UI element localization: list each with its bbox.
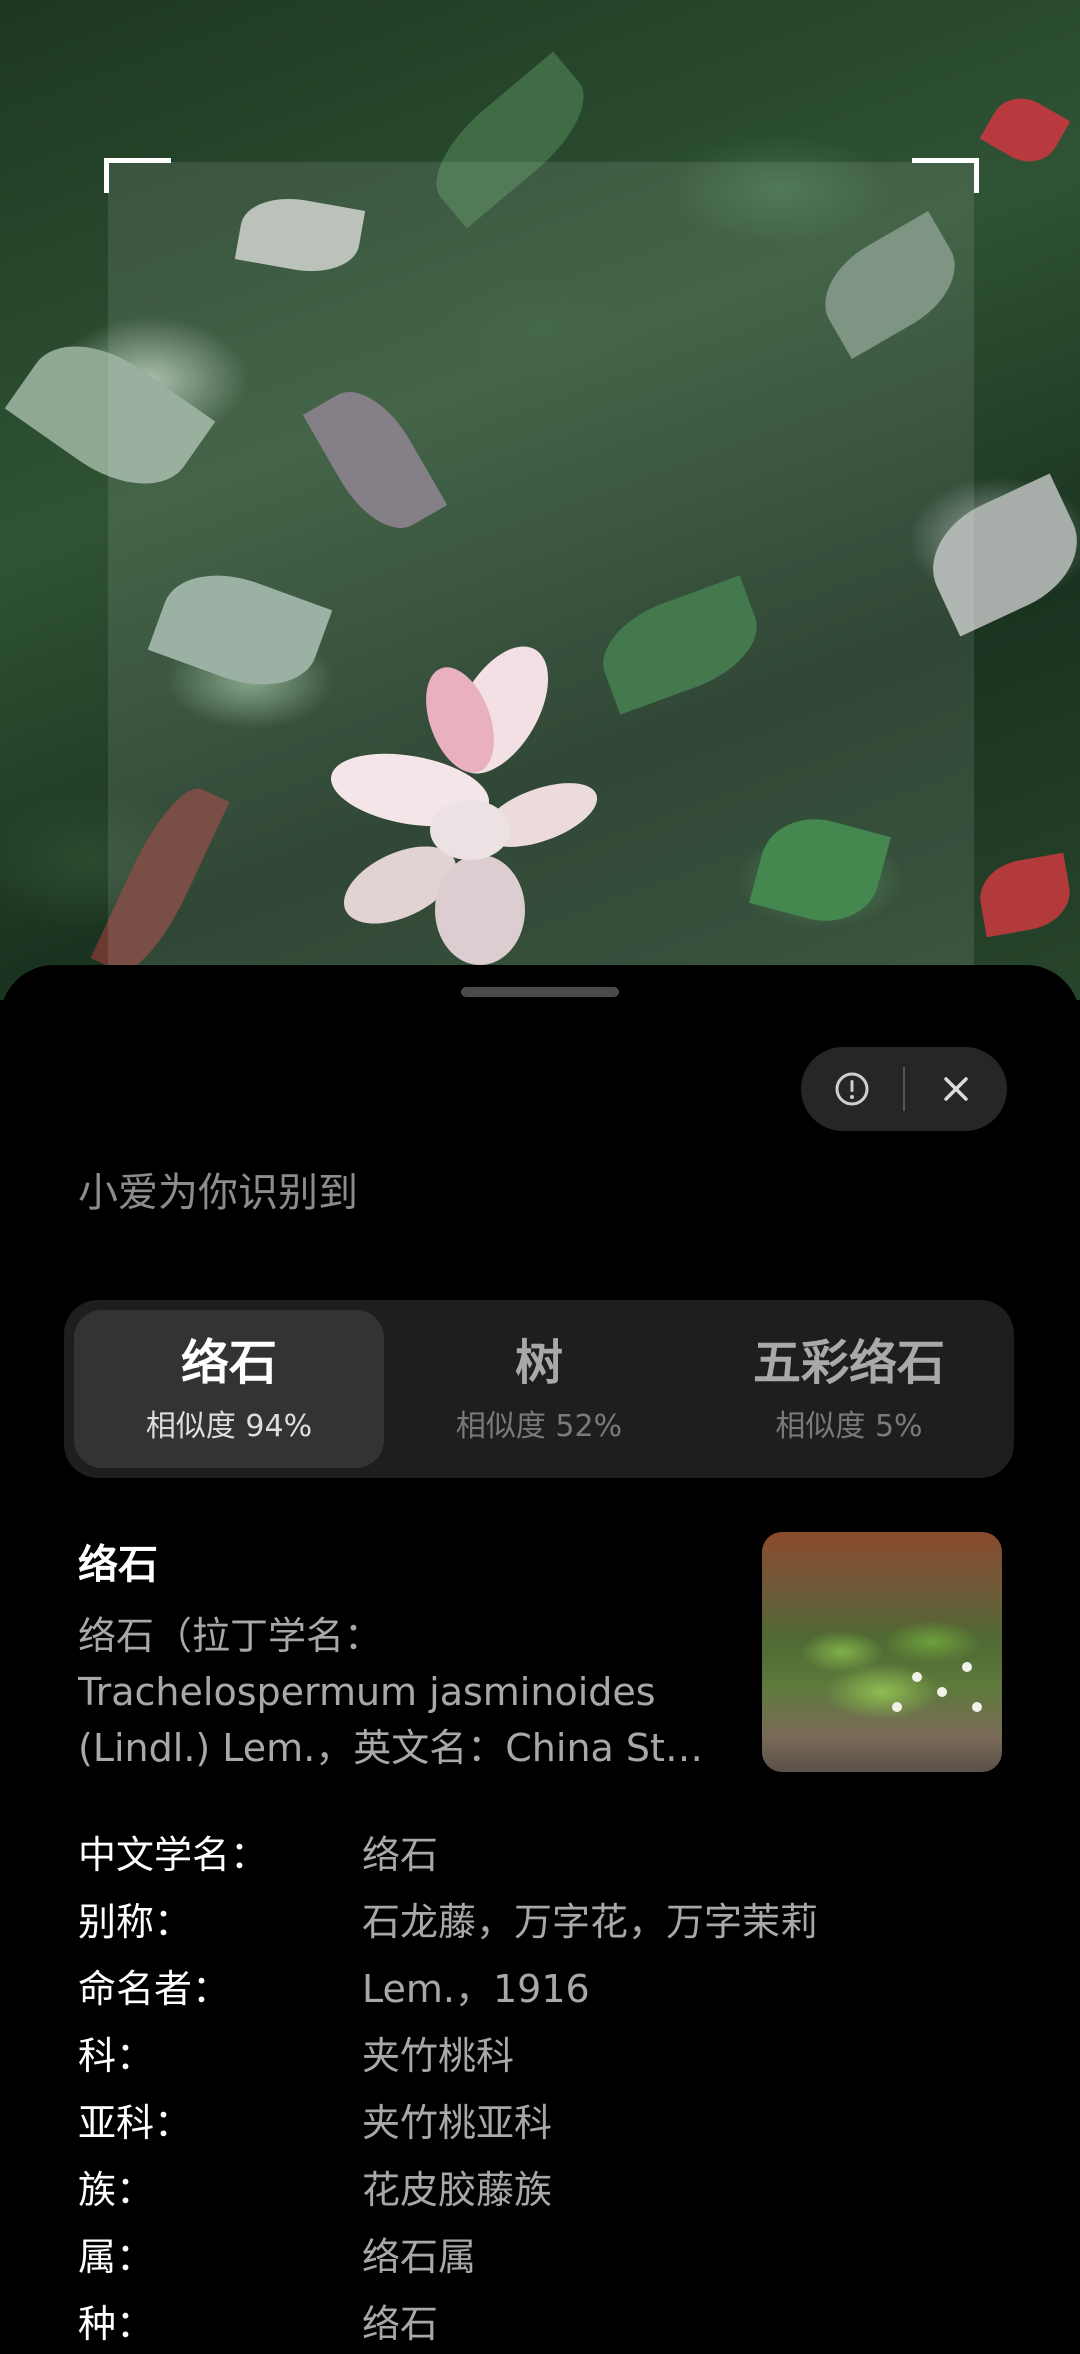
candidate-similarity: 相似度 5% (775, 1409, 923, 1444)
property-label: 中文学名： (78, 1833, 269, 1877)
property-value: 络石 (362, 1833, 439, 1877)
candidate-name: 树 (514, 1335, 563, 1391)
close-icon (944, 1077, 968, 1101)
property-row: 亚科： 夹竹桃亚科 (78, 2086, 1008, 2153)
property-value: 花皮胶藤族 (362, 2168, 553, 2212)
property-value: Lem.，1916 (362, 1967, 590, 2011)
property-value: 夹竹桃亚科 (362, 2101, 553, 2145)
recognition-label: 小爱为你识别到 (78, 1170, 358, 1216)
candidate-name: 五彩络石 (752, 1335, 945, 1391)
camera-viewfinder (0, 0, 1080, 1000)
property-row: 别称： 石龙藤，万字花，万字茉莉 (78, 1885, 1008, 1952)
candidate-name: 络石 (180, 1335, 277, 1391)
candidate-similarity: 相似度 52% (455, 1409, 623, 1444)
property-row: 科： 夹竹桃科 (78, 2019, 1008, 2086)
scan-area (108, 162, 974, 992)
property-row: 种： 络石 (78, 2287, 1008, 2354)
property-value: 石龙藤，万字花，万字茉莉 (362, 1900, 819, 1944)
property-label: 族： (78, 2168, 155, 2212)
property-value: 夹竹桃科 (362, 2034, 515, 2078)
property-row: 属： 络石属 (78, 2220, 1008, 2287)
plant-description[interactable]: 络石（拉丁学名：Trachelospermum jasminoides (Lin… (78, 1608, 718, 1776)
property-label: 命名者： (78, 1967, 231, 2011)
close-button[interactable] (905, 1047, 1007, 1131)
property-label: 别称： (78, 1900, 193, 1944)
property-row: 族： 花皮胶藤族 (78, 2153, 1008, 2220)
drag-handle[interactable] (461, 987, 619, 997)
tab-candidate-3[interactable]: 五彩络石 相似度 5% (694, 1310, 1004, 1468)
action-pill (801, 1047, 1007, 1131)
scan-corner-top-right (912, 158, 979, 193)
plant-thumbnail[interactable] (762, 1532, 1002, 1772)
property-row: 中文学名： 络石 (78, 1818, 1008, 1885)
report-button[interactable] (801, 1047, 903, 1131)
scan-corner-top-left (104, 158, 171, 193)
property-list: 中文学名： 络石 别称： 石龙藤，万字花，万字茉莉 命名者： Lem.，1916… (78, 1818, 1008, 2354)
property-row: 命名者： Lem.，1916 (78, 1952, 1008, 2019)
property-value: 络石属 (362, 2235, 477, 2279)
candidate-similarity: 相似度 94% (145, 1409, 313, 1444)
property-label: 亚科： (78, 2101, 193, 2145)
property-label: 科： (78, 2034, 155, 2078)
property-label: 属： (78, 2235, 155, 2279)
plant-title: 络石 (78, 1542, 158, 1588)
tab-candidate-2[interactable]: 树 相似度 52% (384, 1310, 694, 1468)
tab-candidate-1[interactable]: 络石 相似度 94% (74, 1310, 384, 1468)
candidate-tabs: 络石 相似度 94% 树 相似度 52% 五彩络石 相似度 5% (64, 1300, 1014, 1478)
exclamation-circle-icon (835, 1072, 869, 1106)
